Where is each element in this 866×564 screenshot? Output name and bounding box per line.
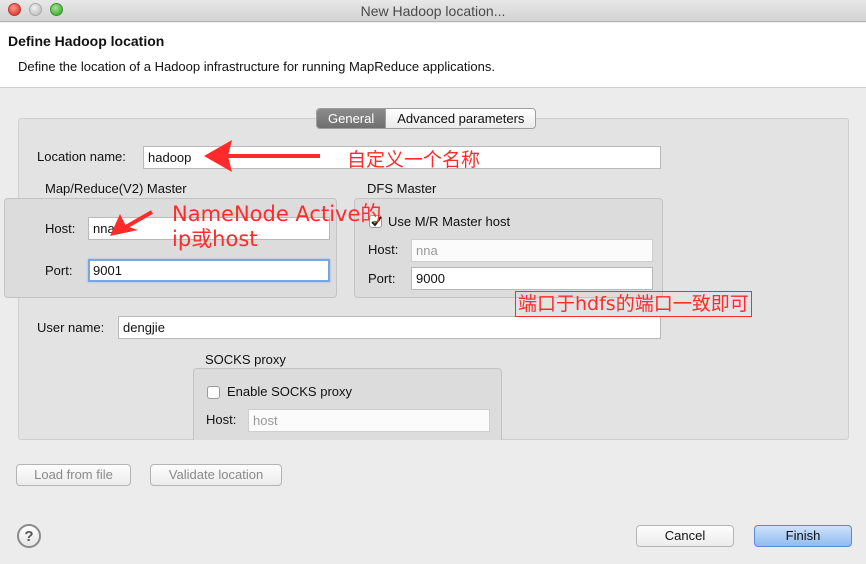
location-arrow-icon	[204, 140, 320, 172]
host-annotation-line1: NameNode Active的	[172, 202, 382, 226]
port-annotation: 端口于hdfs的端口一致即可	[515, 291, 752, 317]
host-arrow-icon	[110, 210, 153, 236]
annotation-arrows	[110, 140, 320, 236]
host-annotation-line2: ip或host	[172, 227, 258, 251]
location-name-annotation: 自定义一个名称	[347, 149, 481, 171]
